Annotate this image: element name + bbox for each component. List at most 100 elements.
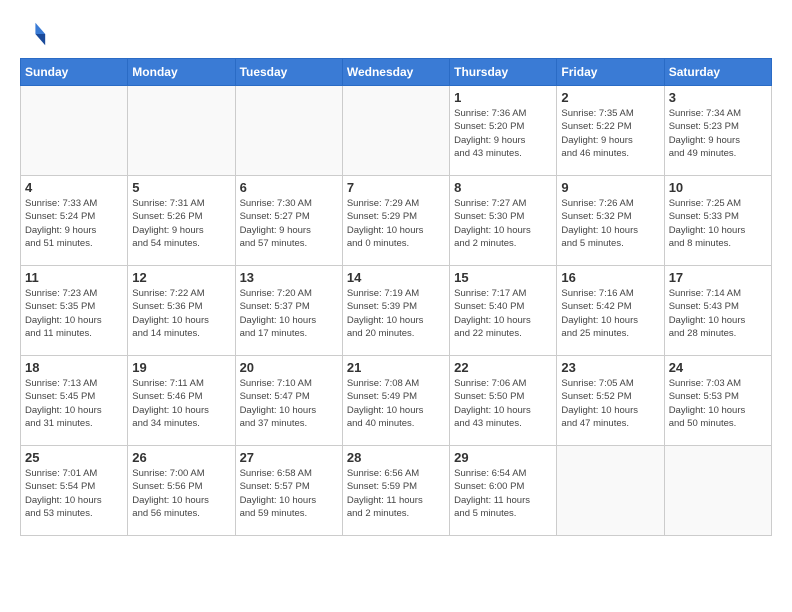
day-number: 19 bbox=[132, 360, 230, 375]
day-info: Sunrise: 6:56 AM Sunset: 5:59 PM Dayligh… bbox=[347, 467, 445, 520]
day-info: Sunrise: 7:31 AM Sunset: 5:26 PM Dayligh… bbox=[132, 197, 230, 250]
calendar-cell: 14Sunrise: 7:19 AM Sunset: 5:39 PM Dayli… bbox=[342, 266, 449, 356]
day-info: Sunrise: 7:10 AM Sunset: 5:47 PM Dayligh… bbox=[240, 377, 338, 430]
day-number: 24 bbox=[669, 360, 767, 375]
day-info: Sunrise: 7:14 AM Sunset: 5:43 PM Dayligh… bbox=[669, 287, 767, 340]
day-info: Sunrise: 7:19 AM Sunset: 5:39 PM Dayligh… bbox=[347, 287, 445, 340]
calendar-cell: 10 Sunrise: 7:25 AM Sunset: 5:33 PM Dayli… bbox=[664, 176, 771, 266]
day-number: 16 bbox=[561, 270, 659, 285]
calendar-cell: 2 Sunrise: 7:35 AM Sunset: 5:22 PM Daylig… bbox=[557, 86, 664, 176]
day-number: 28 bbox=[347, 450, 445, 465]
day-info: Sunrise: 7:05 AM Sunset: 5:52 PM Dayligh… bbox=[561, 377, 659, 430]
calendar-cell bbox=[664, 446, 771, 536]
calendar-cell: 5 Sunrise: 7:31 AM Sunset: 5:26 PM Daylig… bbox=[128, 176, 235, 266]
calendar-week-row: 25Sunrise: 7:01 AM Sunset: 5:54 PM Dayli… bbox=[21, 446, 772, 536]
day-info: Sunrise: 7:23 AM Sunset: 5:35 PM Dayligh… bbox=[25, 287, 123, 340]
calendar-cell: 20Sunrise: 7:10 AM Sunset: 5:47 PM Dayli… bbox=[235, 356, 342, 446]
calendar-cell: 18 Sunrise: 7:13 AM Sunset: 5:45 PM Dayli… bbox=[21, 356, 128, 446]
day-info: Sunrise: 7:25 AM Sunset: 5:33 PM Dayligh… bbox=[669, 197, 767, 250]
calendar-cell: 22 Sunrise: 7:06 AM Sunset: 5:50 PM Dayli… bbox=[450, 356, 557, 446]
weekday-header-friday: Friday bbox=[557, 59, 664, 86]
day-number: 27 bbox=[240, 450, 338, 465]
calendar-cell: 17 Sunrise: 7:14 AM Sunset: 5:43 PM Dayli… bbox=[664, 266, 771, 356]
calendar-cell: 1 Sunrise: 7:36 AM Sunset: 5:20 PM Daylig… bbox=[450, 86, 557, 176]
day-number: 10 bbox=[669, 180, 767, 195]
day-info: Sunrise: 6:54 AM Sunset: 6:00 PM Dayligh… bbox=[454, 467, 552, 520]
day-number: 5 bbox=[132, 180, 230, 195]
day-info: Sunrise: 7:36 AM Sunset: 5:20 PM Dayligh… bbox=[454, 107, 552, 160]
day-number: 4 bbox=[25, 180, 123, 195]
day-info: Sunrise: 7:16 AM Sunset: 5:42 PM Dayligh… bbox=[561, 287, 659, 340]
day-number: 22 bbox=[454, 360, 552, 375]
day-number: 21 bbox=[347, 360, 445, 375]
calendar-cell: 16 Sunrise: 7:16 AM Sunset: 5:42 PM Dayli… bbox=[557, 266, 664, 356]
weekday-header-wednesday: Wednesday bbox=[342, 59, 449, 86]
day-number: 17 bbox=[669, 270, 767, 285]
calendar-cell: 7 Sunrise: 7:29 AM Sunset: 5:29 PM Daylig… bbox=[342, 176, 449, 266]
calendar-cell: 15 Sunrise: 7:17 AM Sunset: 5:40 PM Dayli… bbox=[450, 266, 557, 356]
day-info: Sunrise: 7:29 AM Sunset: 5:29 PM Dayligh… bbox=[347, 197, 445, 250]
calendar-cell: 4 Sunrise: 7:33 AM Sunset: 5:24 PM Daylig… bbox=[21, 176, 128, 266]
day-number: 29 bbox=[454, 450, 552, 465]
day-info: Sunrise: 7:27 AM Sunset: 5:30 PM Dayligh… bbox=[454, 197, 552, 250]
day-number: 18 bbox=[25, 360, 123, 375]
calendar-cell: 29 Sunrise: 6:54 AM Sunset: 6:00 PM Dayli… bbox=[450, 446, 557, 536]
calendar-cell: 25Sunrise: 7:01 AM Sunset: 5:54 PM Dayli… bbox=[21, 446, 128, 536]
day-info: Sunrise: 7:22 AM Sunset: 5:36 PM Dayligh… bbox=[132, 287, 230, 340]
day-info: Sunrise: 7:26 AM Sunset: 5:32 PM Dayligh… bbox=[561, 197, 659, 250]
day-number: 9 bbox=[561, 180, 659, 195]
day-number: 26 bbox=[132, 450, 230, 465]
day-info: Sunrise: 7:33 AM Sunset: 5:24 PM Dayligh… bbox=[25, 197, 123, 250]
calendar-cell: 28 Sunrise: 6:56 AM Sunset: 5:59 PM Dayli… bbox=[342, 446, 449, 536]
day-number: 11 bbox=[25, 270, 123, 285]
day-number: 8 bbox=[454, 180, 552, 195]
calendar-week-row: 11 Sunrise: 7:23 AM Sunset: 5:35 PM Dayli… bbox=[21, 266, 772, 356]
day-number: 12 bbox=[132, 270, 230, 285]
day-number: 1 bbox=[454, 90, 552, 105]
day-number: 7 bbox=[347, 180, 445, 195]
day-number: 23 bbox=[561, 360, 659, 375]
calendar-cell: 13 Sunrise: 7:20 AM Sunset: 5:37 PM Dayli… bbox=[235, 266, 342, 356]
calendar-cell: 11 Sunrise: 7:23 AM Sunset: 5:35 PM Dayli… bbox=[21, 266, 128, 356]
calendar-cell: 6Sunrise: 7:30 AM Sunset: 5:27 PM Daylig… bbox=[235, 176, 342, 266]
weekday-header-sunday: Sunday bbox=[21, 59, 128, 86]
calendar-cell bbox=[342, 86, 449, 176]
calendar-cell: 9 Sunrise: 7:26 AM Sunset: 5:32 PM Daylig… bbox=[557, 176, 664, 266]
calendar-cell: 19 Sunrise: 7:11 AM Sunset: 5:46 PM Dayli… bbox=[128, 356, 235, 446]
day-info: Sunrise: 6:58 AM Sunset: 5:57 PM Dayligh… bbox=[240, 467, 338, 520]
calendar-cell: 12 Sunrise: 7:22 AM Sunset: 5:36 PM Dayli… bbox=[128, 266, 235, 356]
weekday-header-tuesday: Tuesday bbox=[235, 59, 342, 86]
day-info: Sunrise: 7:13 AM Sunset: 5:45 PM Dayligh… bbox=[25, 377, 123, 430]
weekday-header-saturday: Saturday bbox=[664, 59, 771, 86]
calendar-cell bbox=[557, 446, 664, 536]
calendar-week-row: 1 Sunrise: 7:36 AM Sunset: 5:20 PM Daylig… bbox=[21, 86, 772, 176]
day-number: 25 bbox=[25, 450, 123, 465]
day-info: Sunrise: 7:03 AM Sunset: 5:53 PM Dayligh… bbox=[669, 377, 767, 430]
calendar-cell: 3Sunrise: 7:34 AM Sunset: 5:23 PM Daylig… bbox=[664, 86, 771, 176]
day-info: Sunrise: 7:17 AM Sunset: 5:40 PM Dayligh… bbox=[454, 287, 552, 340]
day-number: 15 bbox=[454, 270, 552, 285]
calendar-cell: 24 Sunrise: 7:03 AM Sunset: 5:53 PM Dayli… bbox=[664, 356, 771, 446]
calendar-table: SundayMondayTuesdayWednesdayThursdayFrid… bbox=[20, 58, 772, 536]
day-info: Sunrise: 7:35 AM Sunset: 5:22 PM Dayligh… bbox=[561, 107, 659, 160]
day-info: Sunrise: 7:34 AM Sunset: 5:23 PM Dayligh… bbox=[669, 107, 767, 160]
calendar-cell: 26 Sunrise: 7:00 AM Sunset: 5:56 PM Dayli… bbox=[128, 446, 235, 536]
weekday-header-monday: Monday bbox=[128, 59, 235, 86]
calendar-week-row: 4 Sunrise: 7:33 AM Sunset: 5:24 PM Daylig… bbox=[21, 176, 772, 266]
day-info: Sunrise: 7:20 AM Sunset: 5:37 PM Dayligh… bbox=[240, 287, 338, 340]
day-info: Sunrise: 7:06 AM Sunset: 5:50 PM Dayligh… bbox=[454, 377, 552, 430]
day-number: 13 bbox=[240, 270, 338, 285]
day-number: 2 bbox=[561, 90, 659, 105]
day-info: Sunrise: 7:00 AM Sunset: 5:56 PM Dayligh… bbox=[132, 467, 230, 520]
calendar-cell bbox=[235, 86, 342, 176]
calendar-week-row: 18 Sunrise: 7:13 AM Sunset: 5:45 PM Dayli… bbox=[21, 356, 772, 446]
calendar-cell: 23 Sunrise: 7:05 AM Sunset: 5:52 PM Dayli… bbox=[557, 356, 664, 446]
day-info: Sunrise: 7:11 AM Sunset: 5:46 PM Dayligh… bbox=[132, 377, 230, 430]
logo bbox=[20, 20, 52, 48]
day-info: Sunrise: 7:30 AM Sunset: 5:27 PM Dayligh… bbox=[240, 197, 338, 250]
header bbox=[20, 20, 772, 48]
weekday-header-thursday: Thursday bbox=[450, 59, 557, 86]
calendar-cell bbox=[21, 86, 128, 176]
calendar-cell: 27 Sunrise: 6:58 AM Sunset: 5:57 PM Dayli… bbox=[235, 446, 342, 536]
day-info: Sunrise: 7:08 AM Sunset: 5:49 PM Dayligh… bbox=[347, 377, 445, 430]
